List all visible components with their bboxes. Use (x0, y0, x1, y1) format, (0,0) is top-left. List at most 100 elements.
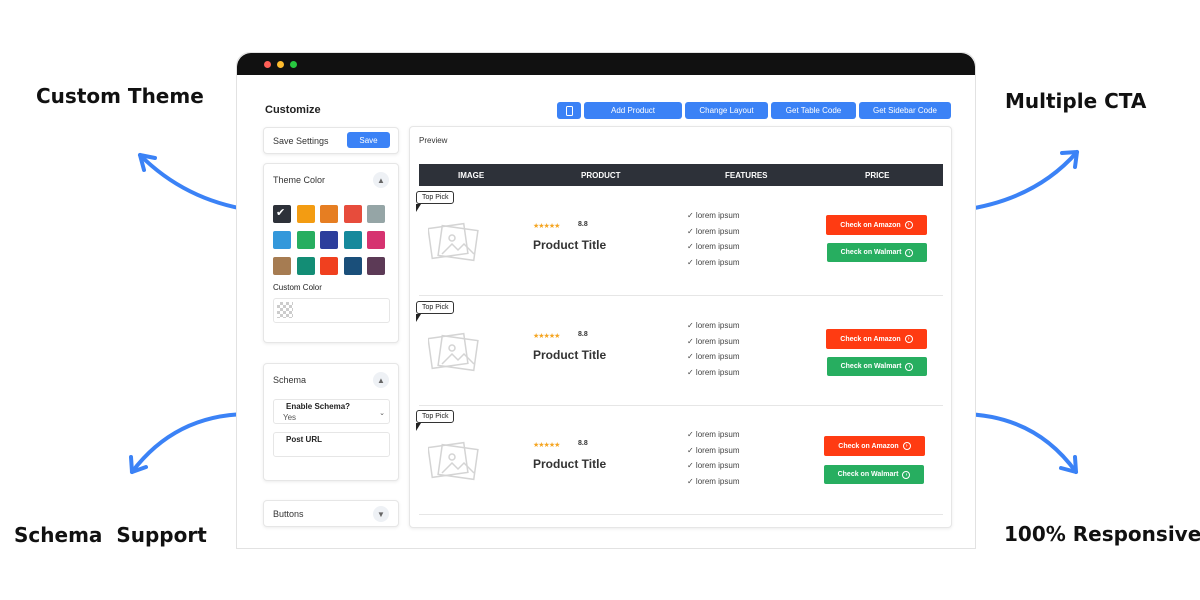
check-on-walmart-button[interactable]: Check on Walmart › (827, 243, 927, 262)
transparent-checker-icon (277, 302, 293, 318)
check-on-amazon-button[interactable]: Check on Amazon › (826, 329, 927, 349)
ribbon-icon (416, 204, 421, 212)
maximize-dot-icon[interactable] (290, 61, 297, 68)
feature-item: ✓ lorem ipsum (687, 321, 740, 330)
cta-label: Check on Amazon (840, 335, 901, 343)
feature-item: ✓ lorem ipsum (687, 226, 740, 236)
feature-label-responsive: 100% Responsive (1004, 522, 1200, 546)
color-swatch[interactable] (367, 231, 385, 249)
column-header: FEATURES (725, 170, 768, 180)
check-on-walmart-button[interactable]: Check on Walmart › (824, 465, 924, 484)
browser-titlebar (237, 53, 975, 75)
feature-item: ✓ lorem ipsum (687, 445, 740, 455)
column-header: PRICE (865, 170, 890, 180)
chevron-up-icon[interactable]: ▲ (373, 172, 389, 188)
image-placeholder-icon (428, 332, 479, 372)
feature-item: ✓ lorem ipsum (687, 242, 740, 251)
color-swatch[interactable] (273, 205, 291, 223)
feature-item: ✓ lorem ipsum (687, 430, 740, 439)
color-swatch[interactable] (320, 257, 338, 275)
check-on-walmart-button[interactable]: Check on Walmart › (827, 357, 927, 376)
color-swatch[interactable] (320, 205, 338, 223)
page-title: Customize (265, 104, 321, 116)
cta-label: Check on Walmart (840, 363, 902, 370)
arrow-circle-icon: › (902, 470, 911, 479)
enable-schema-value: Yes (283, 413, 297, 422)
rating-value: 8.8 (578, 331, 588, 338)
feature-item: ✓ lorem ipsum (687, 476, 740, 486)
rating-value: 8.8 (578, 440, 588, 447)
change-layout-button[interactable]: Change Layout (685, 102, 768, 119)
schema-title: Schema (273, 375, 307, 385)
table-header: IMAGE PRODUCT FEATURES PRICE (419, 164, 943, 186)
cta-label: Check on Amazon (838, 442, 899, 450)
add-product-button[interactable]: Add Product (584, 102, 682, 119)
chevron-down-icon: ⌄ (379, 410, 385, 417)
cta-label: Check on Walmart (837, 471, 899, 478)
color-swatch[interactable] (296, 257, 315, 275)
chevron-up-icon[interactable]: ▲ (373, 372, 389, 388)
get-table-code-button[interactable]: Get Table Code (771, 102, 856, 119)
buttons-title: Buttons (273, 509, 304, 519)
arrow-circle-icon: › (904, 221, 913, 229)
toolbar: Add Product Change Layout Get Table Code… (557, 102, 951, 119)
column-header: IMAGE (458, 170, 485, 180)
check-on-amazon-button[interactable]: Check on Amazon › (826, 215, 927, 235)
post-url-field[interactable]: Post URL (273, 432, 390, 457)
arrow-circle-icon: › (902, 442, 911, 450)
get-sidebar-code-button[interactable]: Get Sidebar Code (859, 102, 951, 119)
table-row: Top Pick ★★★★★ 8.8 Product Title ✓ lorem ips… (416, 296, 943, 406)
arrow-circle-icon: › (905, 362, 914, 371)
feature-item: ✓ lorem ipsum (687, 352, 740, 361)
table-row: Top Pick ★★★★★ 8.8 Product Title ✓ lorem ips… (416, 405, 943, 515)
top-pick-badge: Top Pick (416, 191, 455, 204)
color-swatch[interactable] (273, 231, 291, 249)
product-title: Product Title (533, 238, 607, 252)
feature-item: ✓ lorem ipsum (687, 461, 740, 470)
ribbon-icon (416, 314, 421, 322)
buttons-panel[interactable]: Buttons ▼ (263, 500, 399, 527)
arrow-circle-icon: › (905, 248, 914, 257)
feature-item: ✓ lorem ipsum (687, 211, 740, 220)
minimize-dot-icon[interactable] (277, 61, 284, 68)
schema-panel: Schema ▲ Enable Schema? Yes ⌄ Post URL (263, 363, 399, 481)
color-swatch[interactable] (343, 231, 362, 249)
product-title: Product Title (533, 348, 607, 362)
chevron-down-icon[interactable]: ▼ (373, 506, 389, 522)
custom-color-picker[interactable] (273, 298, 390, 323)
arrow-circle-icon: › (904, 335, 913, 343)
feature-item: ✓ lorem ipsum (687, 257, 740, 267)
enable-schema-label: Enable Schema? (286, 402, 351, 411)
theme-color-panel: Theme Color ▲ Custom Color (263, 163, 399, 343)
arrow-custom-theme (138, 153, 252, 212)
close-dot-icon[interactable] (264, 61, 271, 68)
rating-stars-icon: ★★★★★ (533, 223, 560, 230)
table-row: Top Pick ★★★★★ 8.8 Product Title ✓ lorem ips… (416, 186, 943, 296)
custom-color-label: Custom Color (273, 283, 322, 292)
column-header: PRODUCT (581, 170, 621, 180)
rating-stars-icon: ★★★★★ (533, 442, 560, 449)
enable-schema-select[interactable]: Enable Schema? Yes ⌄ (273, 399, 390, 424)
image-placeholder-icon (428, 222, 479, 262)
color-swatch[interactable] (296, 205, 315, 223)
cta-label: Check on Walmart (840, 249, 902, 256)
color-swatch[interactable] (273, 257, 291, 275)
rating-value: 8.8 (578, 221, 588, 228)
preview-title: Preview (419, 136, 448, 145)
color-swatch[interactable] (296, 231, 315, 249)
preview-panel: Preview IMAGE PRODUCT FEATURES PRICE Top… (409, 126, 952, 528)
feature-label-multiple-cta: Multiple CTA (1005, 89, 1147, 113)
rating-stars-icon: ★★★★★ (533, 333, 560, 340)
color-swatch[interactable] (343, 257, 362, 275)
color-swatch[interactable] (367, 257, 385, 275)
color-swatch[interactable] (320, 231, 338, 249)
feature-label-custom-theme: Custom Theme (36, 84, 204, 108)
color-swatch[interactable] (343, 205, 362, 223)
mobile-preview-button[interactable] (557, 102, 581, 119)
mobile-icon (565, 105, 573, 116)
save-button[interactable]: Save (347, 132, 390, 148)
color-swatch[interactable] (367, 205, 385, 223)
arrow-multiple-cta (960, 150, 1079, 212)
post-url-label: Post URL (286, 435, 322, 444)
check-on-amazon-button[interactable]: Check on Amazon › (824, 436, 925, 456)
